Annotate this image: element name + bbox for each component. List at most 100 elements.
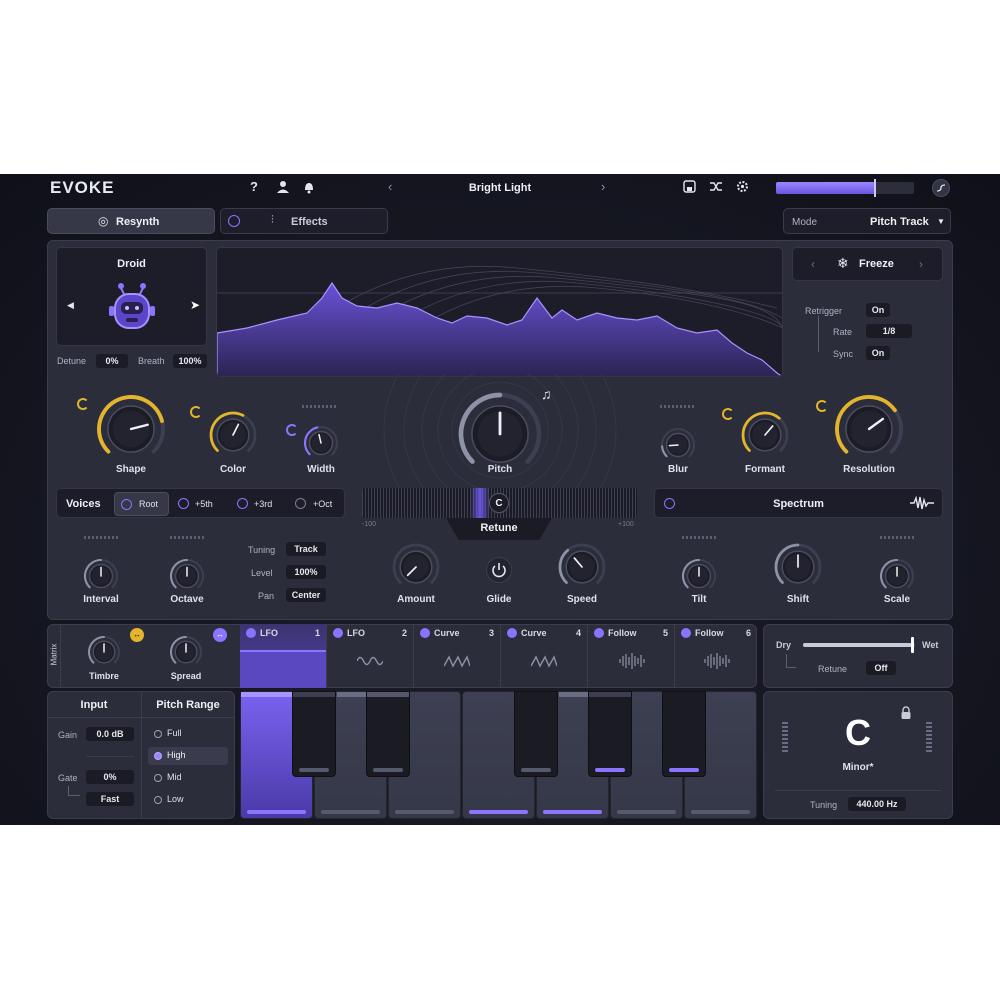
bell-icon[interactable] <box>302 180 316 194</box>
key-g-sharp[interactable] <box>588 691 632 777</box>
dry-wet-fill <box>803 643 912 647</box>
amount-knob[interactable] <box>391 542 441 592</box>
pitch-range-low[interactable]: Low <box>148 791 228 809</box>
freeze-button[interactable]: ‹ ❄ Freeze › <box>792 247 943 281</box>
mix-retune-value[interactable]: Off <box>866 661 896 675</box>
voice-root-toggle[interactable]: Root <box>114 492 169 516</box>
lfo-1-icon <box>246 628 256 638</box>
octave-knob[interactable] <box>168 557 206 595</box>
gain-value[interactable]: 0.0 dB <box>86 727 134 741</box>
slot-name: Curve <box>521 628 547 638</box>
level-label: Level <box>251 568 273 578</box>
resolution-knob[interactable] <box>834 394 904 464</box>
fifth-power-icon[interactable] <box>178 498 189 509</box>
retune-strip[interactable]: C <box>362 488 637 518</box>
chevron-left-icon[interactable]: ‹ <box>388 179 392 194</box>
mod-slot-follow-6[interactable]: Follow 6 <box>675 624 757 688</box>
width-knob[interactable] <box>302 424 340 462</box>
output-meter[interactable] <box>776 179 914 197</box>
mod-slot-lfo-2[interactable]: LFO 2 <box>327 624 414 688</box>
sync-value[interactable]: On <box>866 346 890 360</box>
matrix-side-tab[interactable]: Matrix <box>47 624 61 688</box>
pitch-range-full[interactable]: Full <box>148 725 228 743</box>
width-dots <box>302 405 338 408</box>
tab-effects[interactable]: ⫶ Effects <box>220 208 388 234</box>
breath-value[interactable]: 100% <box>173 354 207 368</box>
third-label[interactable]: +3rd <box>254 499 272 509</box>
mod-slot-curve-4[interactable]: Curve 4 <box>501 624 588 688</box>
mod-slot-lfo-1[interactable]: LFO 1 <box>240 624 327 688</box>
rate-value[interactable]: 1/8 <box>866 324 912 338</box>
envelope-icon <box>619 653 645 669</box>
help-button[interactable]: ? <box>250 179 258 194</box>
key-c-sharp[interactable] <box>292 691 336 777</box>
tilt-knob[interactable] <box>680 557 718 595</box>
level-value[interactable]: 100% <box>286 565 326 579</box>
pitch-range-high[interactable]: High <box>148 747 228 765</box>
scale-knob[interactable] <box>878 557 916 595</box>
power-curve-button[interactable] <box>932 179 950 197</box>
key-scale[interactable]: Minor* <box>763 762 953 773</box>
chevron-right-small-icon: › <box>919 257 923 271</box>
speed-knob[interactable] <box>557 542 607 592</box>
width-mod-icon[interactable] <box>286 424 298 436</box>
shift-knob[interactable] <box>773 542 823 592</box>
pan-label: Pan <box>258 591 275 601</box>
key-note[interactable]: C <box>763 712 953 754</box>
voice-prev-icon[interactable]: ◀ <box>67 300 74 311</box>
key-f-sharp[interactable] <box>514 691 558 777</box>
option-label: High <box>167 750 186 760</box>
key-a-sharp[interactable] <box>662 691 706 777</box>
mod-slot-curve-3[interactable]: Curve 3 <box>414 624 501 688</box>
timbre-knob[interactable] <box>86 634 122 670</box>
curve-shape-icon <box>531 655 557 668</box>
mod-slot-follow-5[interactable]: Follow 5 <box>588 624 675 688</box>
chevron-right-icon[interactable]: › <box>601 179 605 194</box>
mode-select[interactable]: Mode Pitch Track ▼ <box>783 208 951 234</box>
blur-knob[interactable] <box>659 426 697 464</box>
oct-label[interactable]: +Oct <box>313 499 332 509</box>
fifth-label[interactable]: +5th <box>195 499 213 509</box>
note-hold-icon[interactable]: ♫ <box>541 386 552 402</box>
save-icon[interactable] <box>683 180 696 193</box>
spread-knob[interactable] <box>168 634 204 670</box>
retrigger-value[interactable]: On <box>866 303 890 317</box>
color-knob[interactable] <box>208 410 258 460</box>
cursor-icon: ➤ <box>190 298 201 312</box>
resolution-mod-icon[interactable] <box>816 400 828 412</box>
voice-selector[interactable]: Droid ◀ ➤ <box>56 247 207 346</box>
shuffle-icon[interactable] <box>709 180 723 193</box>
gear-icon[interactable] <box>736 180 749 193</box>
user-icon[interactable] <box>276 180 290 194</box>
interval-knob[interactable] <box>82 557 120 595</box>
gate-value[interactable]: 0% <box>86 770 134 784</box>
third-power-icon[interactable] <box>237 498 248 509</box>
voices-title: Voices <box>66 498 101 510</box>
preset-name[interactable]: Bright Light <box>430 182 570 194</box>
pan-value[interactable]: Center <box>286 588 326 602</box>
root-power-icon <box>121 499 132 510</box>
pitch-range-mid[interactable]: Mid <box>148 769 228 787</box>
oct-power-icon[interactable] <box>295 498 306 509</box>
formant-knob[interactable] <box>740 410 790 460</box>
detune-value[interactable]: 0% <box>96 354 128 368</box>
dry-wet-handle[interactable] <box>910 637 914 653</box>
color-mod-icon[interactable] <box>190 406 202 418</box>
input-header-line <box>48 717 234 718</box>
spectrum-display <box>216 247 783 377</box>
key-tuning-value[interactable]: 440.00 Hz <box>848 797 906 811</box>
glide-power-button[interactable] <box>486 557 512 583</box>
timbre-link-icon[interactable]: ↔ <box>130 628 144 642</box>
shape-knob[interactable] <box>96 394 166 464</box>
key-d-sharp[interactable] <box>366 691 410 777</box>
shape-mod-icon[interactable] <box>77 398 89 410</box>
freeze-label: Freeze <box>859 258 894 270</box>
tuning-value[interactable]: Track <box>286 542 326 556</box>
gate-speed-value[interactable]: Fast <box>86 792 134 806</box>
dry-wet-slider[interactable] <box>803 637 915 653</box>
formant-mod-icon[interactable] <box>722 408 734 420</box>
effects-power-icon[interactable] <box>228 215 240 227</box>
slot-name: Follow <box>695 628 724 638</box>
spread-link-icon[interactable]: ↔ <box>213 628 227 642</box>
tab-resynth[interactable]: ◎ Resynth <box>47 208 215 234</box>
